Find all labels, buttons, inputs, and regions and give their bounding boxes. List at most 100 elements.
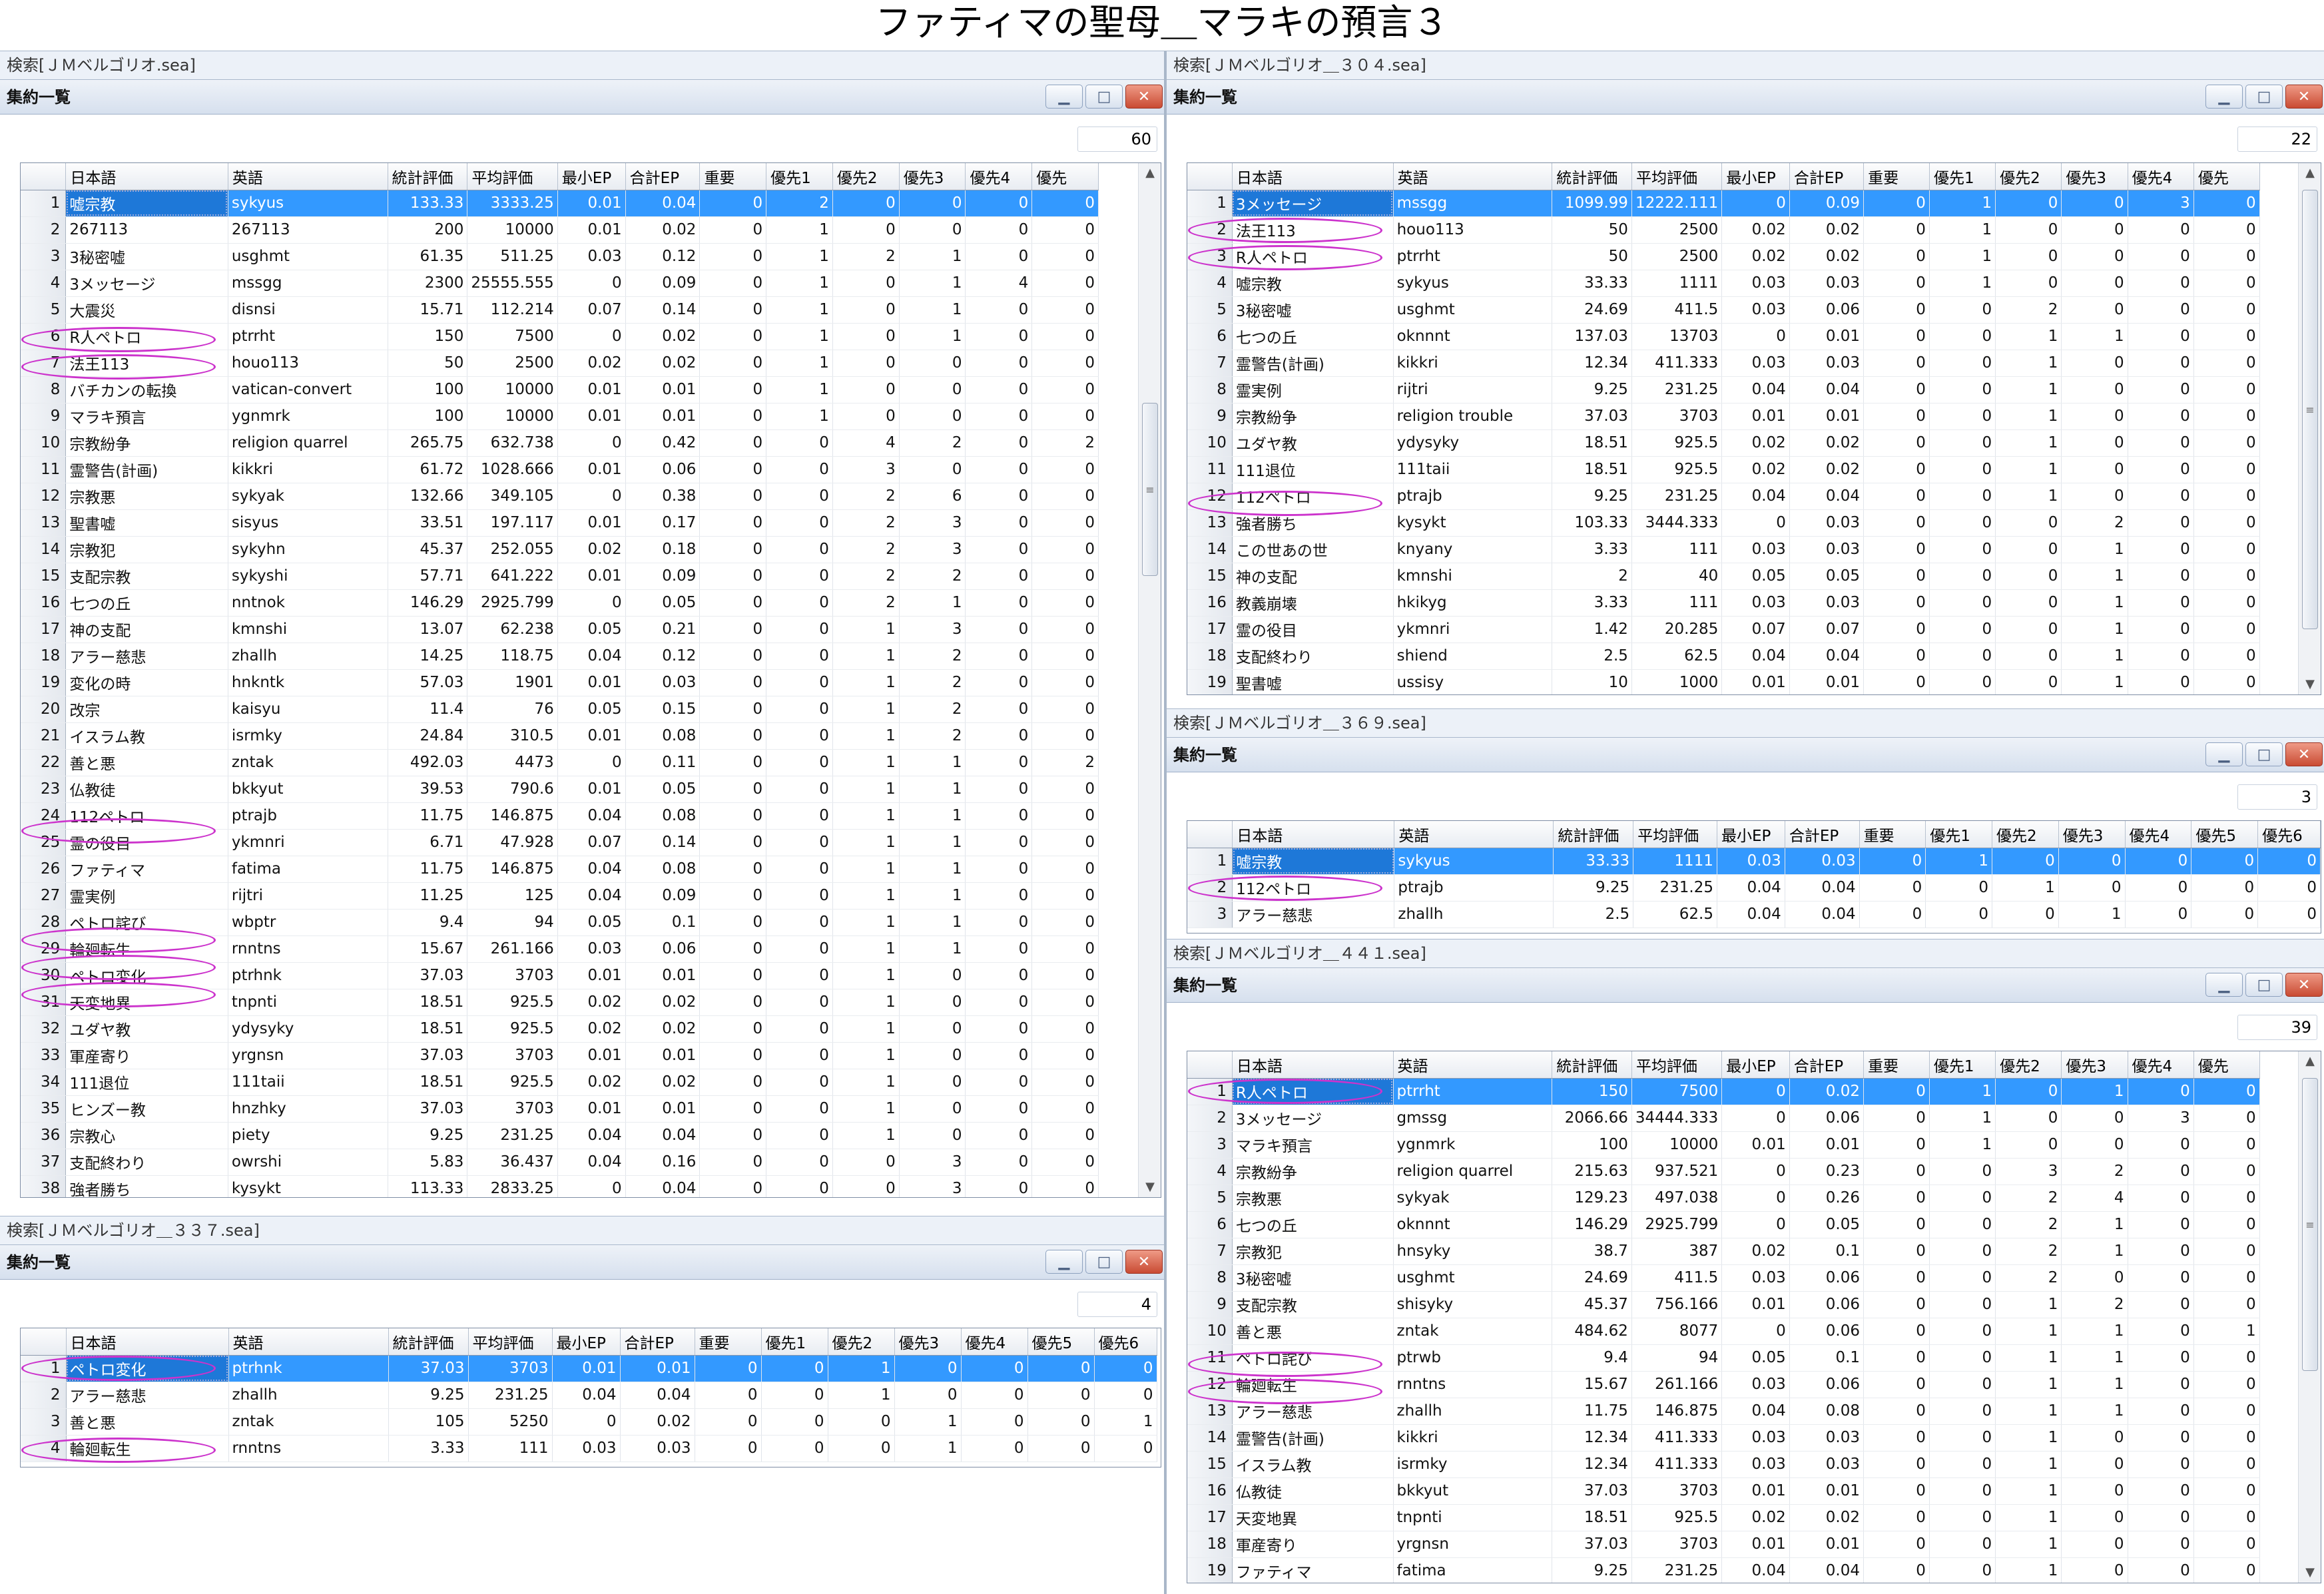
cell-value[interactable]: 118.75 xyxy=(467,643,558,670)
cell-value[interactable]: 0.03 xyxy=(557,243,626,270)
cell-japanese[interactable]: 法王113 xyxy=(1232,216,1394,244)
cell-value[interactable]: 0.02 xyxy=(557,989,626,1016)
cell-value[interactable]: 0 xyxy=(2061,429,2128,457)
table-row[interactable]: 35 ヒンズー教 hnzhky 37.03 3703 0.01 0.01 0 0 1 0 0 0 xyxy=(21,1095,1161,1123)
cell-english[interactable]: religion quarrel xyxy=(228,429,388,457)
cell-japanese[interactable]: R人ペトロ xyxy=(1232,243,1394,270)
cell-value[interactable]: 0.08 xyxy=(1789,1398,1865,1425)
cell-value[interactable]: 0 xyxy=(1929,1371,1996,1398)
cell-value[interactable]: 0.07 xyxy=(1721,616,1790,643)
cell-english[interactable]: zhallh xyxy=(1394,901,1554,928)
table-row[interactable]: 16 仏教徒 bkkyut 37.03 3703 0.01 0.01 0 0 1 0 0 0 xyxy=(1187,1477,2321,1505)
table-row[interactable]: 9 マラキ預言 ygnmrk 100 10000 0.01 0.01 0 1 0 0 0 0 xyxy=(21,403,1161,430)
cell-value[interactable]: 1 xyxy=(1929,190,1996,217)
table-row[interactable]: 3 マラキ預言 ygnmrk 100 10000 0.01 0.01 0 1 0 0 0 0 xyxy=(1187,1131,2321,1159)
cell-value[interactable]: 1 xyxy=(894,1408,962,1436)
cell-english[interactable]: sykyshi xyxy=(228,563,388,590)
cell-english[interactable]: rijtri xyxy=(1393,376,1553,403)
cell-value[interactable]: 0 xyxy=(1031,802,1099,830)
cell-value[interactable]: 1 xyxy=(766,350,833,377)
cell-english[interactable]: sykyak xyxy=(1393,1185,1553,1212)
cell-japanese[interactable]: マラキ預言 xyxy=(1232,1131,1394,1159)
cell-english[interactable]: ptrwb xyxy=(1393,1344,1553,1372)
cell-value[interactable]: 0 xyxy=(2128,216,2194,244)
close-icon[interactable]: ✕ xyxy=(1125,85,1163,109)
cell-value[interactable]: 0 xyxy=(699,749,767,776)
cell-value[interactable]: 0 xyxy=(2193,1105,2260,1132)
cell-value[interactable]: 0 xyxy=(2061,456,2128,483)
cell-value[interactable]: 0 xyxy=(1031,1175,1099,1197)
cell-value[interactable]: 0 xyxy=(1721,509,1790,537)
column-header[interactable]: 日本語 xyxy=(1232,1051,1394,1079)
cell-japanese[interactable]: 改宗 xyxy=(65,696,228,723)
cell-value[interactable]: 1 xyxy=(899,935,966,963)
cell-value[interactable]: 0 xyxy=(1031,882,1099,910)
cell-value[interactable]: 0.01 xyxy=(1721,403,1790,430)
cell-value[interactable]: 0.03 xyxy=(1721,350,1790,377)
cell-value[interactable]: 0 xyxy=(2128,429,2194,457)
table-row[interactable]: 7 法王113 houo113 50 2500 0.02 0.02 0 1 0 0 0 0 xyxy=(21,350,1161,377)
cell-value[interactable]: 1 xyxy=(832,1122,900,1149)
cell-value[interactable]: 0 xyxy=(1031,190,1099,217)
cell-value[interactable]: 231.25 xyxy=(1631,483,1723,510)
cell-value[interactable]: 0.06 xyxy=(625,456,701,483)
cell-value[interactable]: 0.04 xyxy=(620,1382,695,1409)
cell-japanese[interactable]: ペトロ詫び xyxy=(1232,1344,1394,1372)
cell-value[interactable]: 0 xyxy=(699,776,767,803)
cell-japanese[interactable]: ペトロ変化 xyxy=(65,962,228,989)
cell-value[interactable]: 0 xyxy=(699,403,767,430)
cell-value[interactable]: 0 xyxy=(832,376,900,403)
cell-value[interactable]: 1 xyxy=(1995,350,2062,377)
cell-value[interactable]: 0 xyxy=(1863,563,1930,590)
cell-japanese[interactable]: バチカンの転換 xyxy=(65,376,228,403)
cell-english[interactable]: zhallh xyxy=(228,643,388,670)
cell-value[interactable]: 1 xyxy=(2061,1398,2128,1425)
cell-value[interactable]: 0.04 xyxy=(552,1382,621,1409)
cell-value[interactable]: 2500 xyxy=(1631,243,1723,270)
table-row[interactable]: 8 バチカンの転換 vatican-convert 100 10000 0.01 0.01 0… xyxy=(21,376,1161,403)
cell-value[interactable]: 0 xyxy=(2128,1504,2194,1531)
cell-value[interactable]: 33.51 xyxy=(388,509,468,537)
cell-value[interactable]: 1 xyxy=(832,882,900,910)
cell-value[interactable]: 0 xyxy=(699,483,767,510)
column-header[interactable]: 優先 xyxy=(2193,1051,2260,1079)
cell-value[interactable]: 3 xyxy=(2128,1105,2194,1132)
minimize-icon[interactable]: ▁ xyxy=(2205,85,2243,109)
cell-value[interactable]: 0 xyxy=(699,722,767,750)
cell-value[interactable]: 1 xyxy=(766,323,833,350)
cell-english[interactable]: religion trouble xyxy=(1393,403,1553,430)
cell-value[interactable]: 0 xyxy=(1863,216,1930,244)
summary-grid[interactable]: 日本語 英語 統計評価 平均評価 最小EP 合計EP 重要 優先1 優先2 優先3 優先4 優先5 優先… xyxy=(20,1328,1161,1467)
cell-value[interactable]: 0.02 xyxy=(625,216,701,244)
cell-value[interactable]: 0.04 xyxy=(557,802,626,830)
column-header[interactable]: 合計EP xyxy=(620,1328,695,1356)
cell-value[interactable]: 0 xyxy=(2128,643,2194,670)
cell-value[interactable]: 11.25 xyxy=(388,882,468,910)
cell-value[interactable]: 0 xyxy=(965,935,1033,963)
cell-value[interactable]: 3703 xyxy=(467,962,558,989)
cell-value[interactable]: 0.01 xyxy=(557,509,626,537)
cell-value[interactable]: 146.875 xyxy=(467,802,558,830)
cell-value[interactable]: 0 xyxy=(965,856,1033,883)
cell-value[interactable]: 0.05 xyxy=(1789,563,1865,590)
cell-value[interactable]: 1 xyxy=(1995,483,2062,510)
cell-value[interactable]: 0 xyxy=(1863,1344,1930,1372)
table-row[interactable]: 2 法王113 houo113 50 2500 0.02 0.02 0 1 0 0 0 0 xyxy=(1187,216,2321,244)
cell-japanese[interactable]: 3秘密嘘 xyxy=(65,243,228,270)
cell-value[interactable]: 2 xyxy=(832,509,900,537)
table-row[interactable]: 13 アラー慈悲 zhallh 11.75 146.875 0.04 0.08 0 0 1 1 0 0 xyxy=(1187,1398,2321,1425)
cell-value[interactable]: 2925.799 xyxy=(467,589,558,617)
cell-value[interactable]: 0 xyxy=(1863,1371,1930,1398)
cell-value[interactable]: 0 xyxy=(1929,1424,1996,1452)
cell-value[interactable]: 10000 xyxy=(467,216,558,244)
cell-value[interactable]: 0 xyxy=(761,1435,828,1462)
table-row[interactable]: 13 聖書嘘 sisyus 33.51 197.117 0.01 0.17 0 0 2 3 0 0 xyxy=(21,509,1161,537)
cell-value[interactable]: 0.05 xyxy=(625,776,701,803)
cell-value[interactable]: 0 xyxy=(699,323,767,350)
cell-english[interactable]: sykyus xyxy=(228,190,388,217)
cell-value[interactable]: 36.437 xyxy=(467,1149,558,1176)
cell-value[interactable]: 0.03 xyxy=(1721,296,1790,324)
cell-value[interactable]: 0.02 xyxy=(1721,243,1790,270)
cell-value[interactable]: 94 xyxy=(1631,1344,1723,1372)
cell-value[interactable]: 1 xyxy=(899,776,966,803)
